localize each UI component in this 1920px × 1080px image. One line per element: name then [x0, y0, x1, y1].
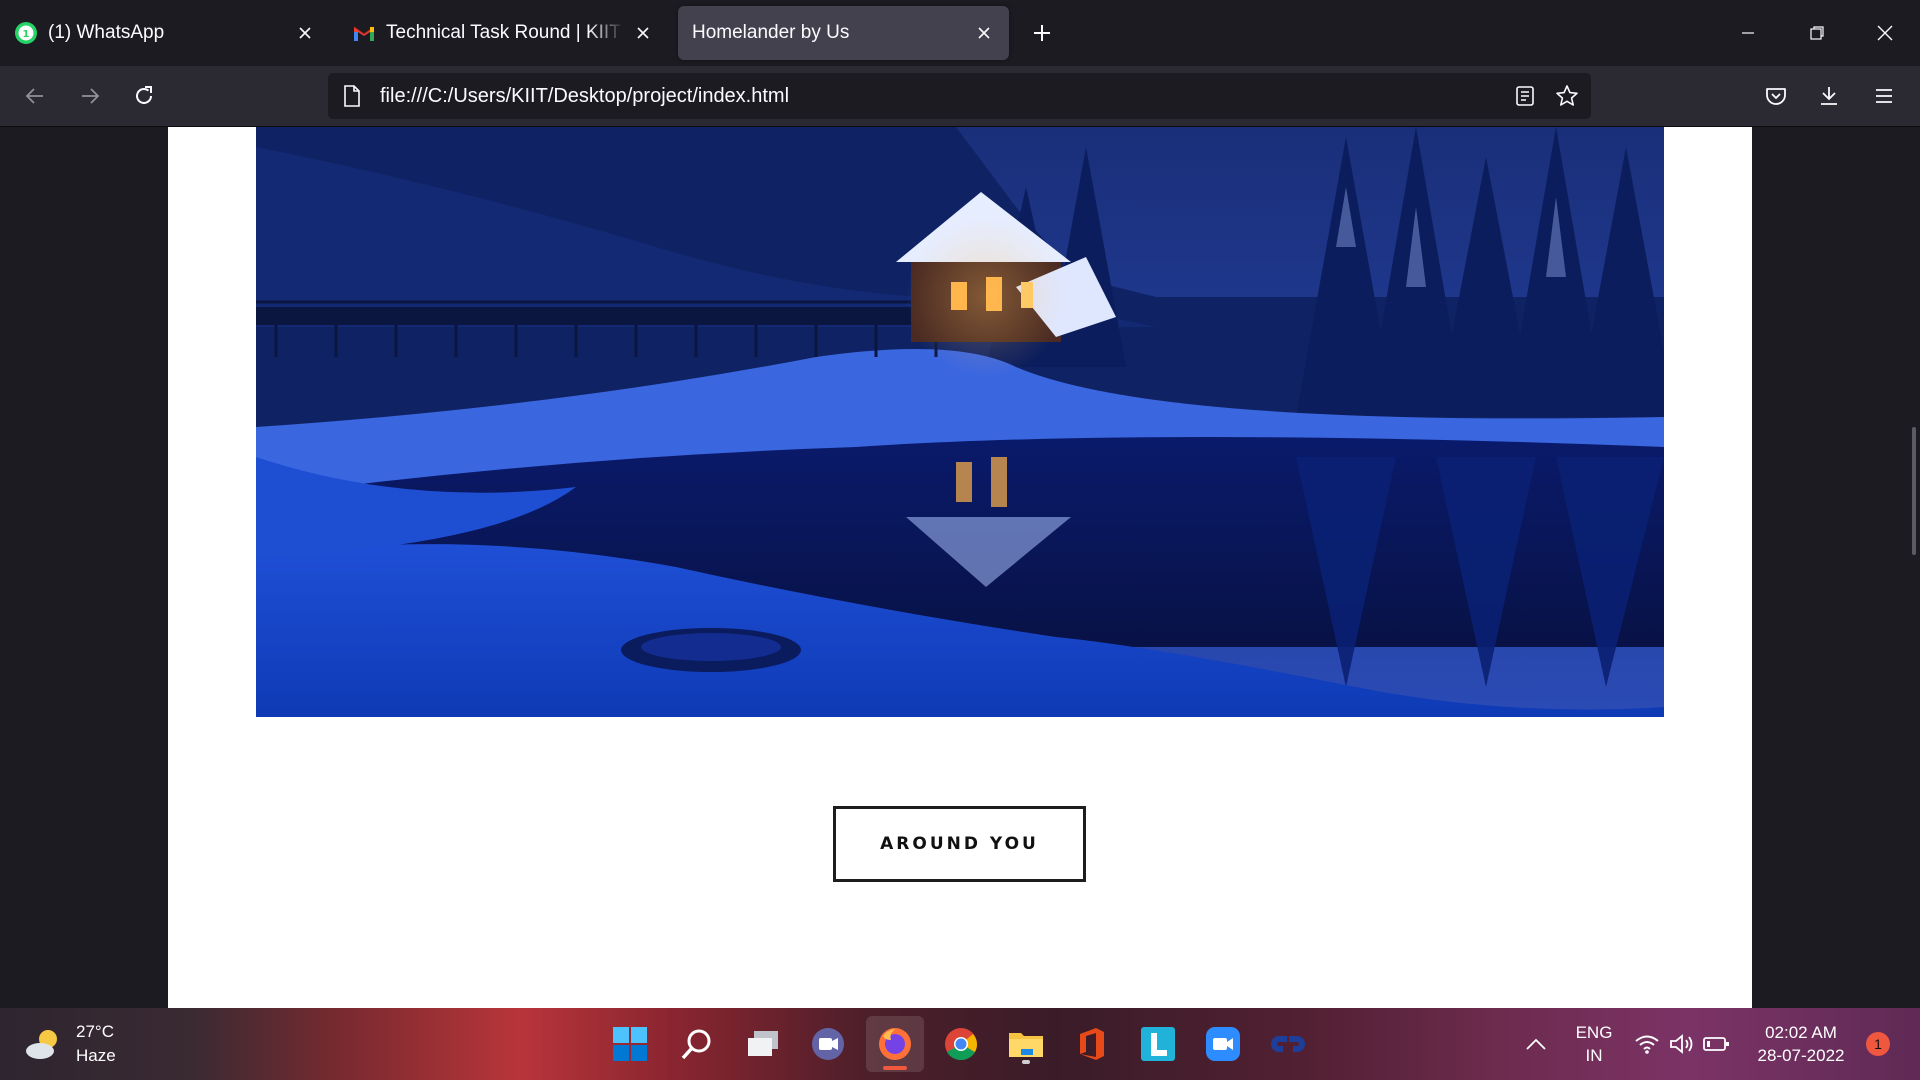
- download-icon: [1821, 87, 1837, 105]
- close-tab-icon[interactable]: [632, 22, 654, 44]
- tab-gmail[interactable]: Technical Task Round | KIIT Univ: [338, 6, 668, 60]
- tab-title: Homelander by Us: [692, 22, 850, 43]
- minimize-icon: [1742, 32, 1754, 34]
- new-tab-button[interactable]: [1027, 18, 1057, 48]
- page-viewport: AROUND YOU: [0, 127, 1920, 1008]
- office-button[interactable]: [1070, 1022, 1114, 1066]
- chrome-taskbar-button[interactable]: [939, 1022, 983, 1066]
- reload-button[interactable]: [126, 78, 162, 114]
- start-button[interactable]: [608, 1022, 652, 1066]
- link-app-button[interactable]: [1266, 1022, 1310, 1066]
- reader-view-button[interactable]: [1507, 78, 1543, 114]
- restore-button[interactable]: [1792, 10, 1842, 56]
- close-tab-icon[interactable]: [973, 22, 995, 44]
- weather-widget[interactable]: 27°C Haze: [24, 1020, 116, 1068]
- back-button[interactable]: [17, 78, 53, 114]
- forward-button[interactable]: [72, 78, 108, 114]
- system-status-group[interactable]: [1634, 1008, 1730, 1080]
- clock[interactable]: 02:02 AM 28-07-2022: [1752, 1008, 1850, 1080]
- hamburger-menu-icon: [1876, 89, 1892, 103]
- language-code: ENG: [1575, 1023, 1613, 1042]
- language-region: IN: [1585, 1046, 1603, 1065]
- task-view-button[interactable]: [741, 1022, 785, 1066]
- infinity-link-icon: [1271, 1036, 1305, 1052]
- plus-icon: [1034, 25, 1050, 41]
- navigation-toolbar: file:///C:/Users/KIIT/Desktop/project/in…: [0, 66, 1920, 127]
- close-window-button[interactable]: [1860, 10, 1910, 56]
- language-indicator[interactable]: ENG IN: [1572, 1008, 1616, 1080]
- star-icon: [1556, 85, 1578, 106]
- windows-logo-icon: [613, 1027, 647, 1061]
- close-icon: [1877, 25, 1893, 41]
- reader-view-icon: [1516, 86, 1534, 106]
- folder-icon: [1009, 1033, 1043, 1057]
- forward-arrow-icon: [82, 88, 100, 104]
- svg-text:1: 1: [23, 29, 30, 40]
- notification-badge[interactable]: 1: [1866, 1032, 1890, 1056]
- teams-chat-button[interactable]: [806, 1022, 850, 1066]
- clock-date: 28-07-2022: [1757, 1046, 1845, 1065]
- chrome-icon: [945, 1028, 978, 1061]
- battery-icon: [1703, 1037, 1729, 1051]
- restore-icon: [1810, 26, 1824, 40]
- file-explorer-button[interactable]: [1004, 1022, 1048, 1066]
- office-icon: [1080, 1028, 1104, 1060]
- chat-icon: [812, 1028, 844, 1060]
- firefox-taskbar-button[interactable]: [866, 1016, 924, 1072]
- close-tab-icon[interactable]: [294, 22, 316, 44]
- wifi-icon: [1635, 1035, 1659, 1054]
- search-icon: [681, 1029, 711, 1060]
- firefox-icon: [879, 1028, 911, 1060]
- weather-haze-icon: [26, 1030, 57, 1059]
- gmail-icon: [352, 21, 376, 45]
- task-view-icon: [748, 1031, 778, 1056]
- reload-icon: [136, 86, 152, 104]
- minimize-button[interactable]: [1723, 10, 1773, 56]
- around-you-button[interactable]: AROUND YOU: [833, 806, 1086, 882]
- zoom-icon: [1206, 1027, 1240, 1061]
- pocket-button[interactable]: [1758, 78, 1794, 114]
- tab-homelander[interactable]: Homelander by Us: [678, 6, 1009, 60]
- l-app-icon: [1141, 1027, 1175, 1061]
- weather-temperature: 27°C: [76, 1022, 114, 1041]
- pocket-icon: [1766, 88, 1786, 105]
- tab-title: Technical Task Round | KIIT Univ: [386, 22, 624, 43]
- clock-time: 02:02 AM: [1765, 1023, 1837, 1042]
- address-bar[interactable]: file:///C:/Users/KIIT/Desktop/project/in…: [328, 73, 1591, 119]
- page-body: AROUND YOU: [168, 127, 1752, 1008]
- whatsapp-icon: 1: [14, 21, 38, 45]
- zoom-button[interactable]: [1201, 1022, 1245, 1066]
- hero-image: [256, 127, 1664, 717]
- weather-condition: Haze: [76, 1046, 116, 1065]
- show-hidden-icons-button[interactable]: [1514, 1022, 1558, 1066]
- scrollbar-thumb[interactable]: [1912, 427, 1916, 555]
- tab-strip: 1 (1) WhatsApp Technical Task Round | KI…: [0, 0, 1920, 66]
- back-arrow-icon: [25, 88, 43, 104]
- l-app-button[interactable]: [1136, 1022, 1180, 1066]
- windows-taskbar: 27°C Haze ENG IN 02:02 AM 28-07-2022 1: [0, 1008, 1920, 1080]
- tab-whatsapp[interactable]: 1 (1) WhatsApp: [0, 6, 330, 60]
- url-text[interactable]: file:///C:/Users/KIIT/Desktop/project/in…: [380, 85, 1507, 108]
- menu-button[interactable]: [1866, 78, 1902, 114]
- bookmark-star-button[interactable]: [1549, 78, 1585, 114]
- search-button[interactable]: [675, 1022, 719, 1066]
- volume-icon: [1670, 1034, 1693, 1054]
- chevron-up-icon: [1526, 1038, 1546, 1050]
- page-file-icon: [340, 84, 364, 108]
- downloads-button[interactable]: [1811, 78, 1847, 114]
- tab-title: (1) WhatsApp: [48, 22, 165, 43]
